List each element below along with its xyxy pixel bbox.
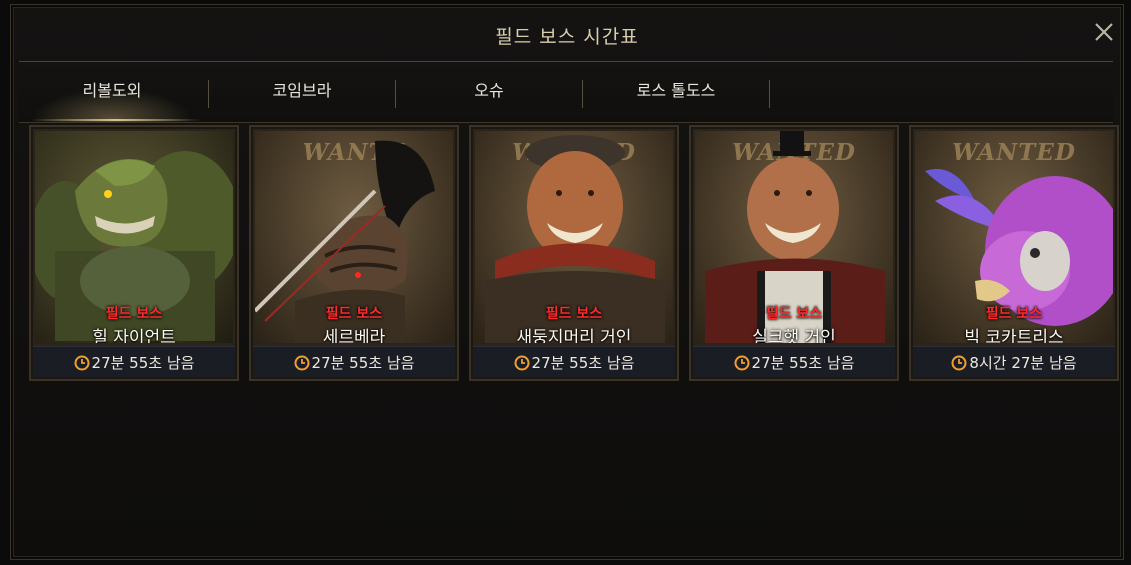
clock-icon (951, 355, 967, 371)
tab-label: 코임브라 (272, 81, 332, 100)
respawn-timer: 8시간 27분 남음 (913, 352, 1115, 373)
boss-portrait: WANTED 필드 보스 새둥지머리 거인 (475, 131, 673, 343)
respawn-timer: 27분 55초 남음 (33, 352, 235, 373)
timer-bar: 27분 55초 남음 (253, 346, 455, 377)
active-tab-indicator (31, 119, 201, 121)
tab-los-toldos[interactable]: 로스 톨도스 (583, 62, 769, 122)
window-title: 필드 보스 시간표 (495, 26, 639, 48)
boss-card-silkhat-giant[interactable]: WANTED 필드 보스 실크햇 거인 (689, 125, 899, 381)
boss-name: 새둥지머리 거인 (516, 328, 632, 343)
boss-name: 세르베라 (322, 328, 386, 343)
boss-name: 빅 코카트리스 (964, 328, 1064, 343)
timer-text: 27분 55초 남음 (531, 354, 635, 372)
timer-bar: 27분 55초 남음 (33, 346, 235, 377)
tab-label: 오슈 (474, 81, 504, 100)
boss-type-label: 필드 보스 (105, 306, 163, 322)
boss-portrait: WANTE 필드 보스 세르베라 (255, 131, 453, 343)
respawn-timer: 27분 55초 남음 (693, 352, 895, 373)
boss-name: 실크햇 거인 (752, 328, 836, 343)
tab-divider (769, 80, 770, 108)
timer-text: 27분 55초 남음 (751, 354, 855, 372)
timer-text: 27분 55초 남음 (91, 354, 195, 372)
close-icon[interactable] (1093, 21, 1115, 43)
respawn-timer: 27분 55초 남음 (473, 352, 675, 373)
boss-portrait: WANTED 필드 보스 빅 코카트리스 (915, 131, 1113, 343)
timer-bar: 27분 55초 남음 (473, 346, 675, 377)
boss-card-big-cockatrice[interactable]: WANTED 필드 보스 빅 코카트리스 8시간 27분 남음 (909, 125, 1119, 381)
field-boss-schedule-window: 필드 보스 시간표 리볼도외 코임브라 오슈 로스 톨도스 필드 보스 힐 자이… (10, 4, 1124, 560)
boss-name: 힐 자이언트 (92, 328, 176, 343)
boss-portrait: 필드 보스 힐 자이언트 (35, 131, 233, 343)
boss-type-label: 필드 보스 (545, 306, 603, 322)
clock-icon (734, 355, 750, 371)
boss-portrait: WANTED 필드 보스 실크햇 거인 (695, 131, 893, 343)
boss-type-label: 필드 보스 (985, 306, 1043, 322)
boss-card-cerbera[interactable]: WANTE 필드 보스 세르베라 27분 55초 남음 (249, 125, 459, 381)
clock-icon (74, 355, 90, 371)
boss-card-hill-giant[interactable]: 필드 보스 힐 자이언트 27분 55초 남음 (29, 125, 239, 381)
region-tabs: 리볼도외 코임브라 오슈 로스 톨도스 (19, 61, 1113, 123)
boss-card-nesthead-giant[interactable]: WANTED 필드 보스 새둥지머리 거인 (469, 125, 679, 381)
timer-text: 8시간 27분 남음 (969, 354, 1077, 372)
boss-type-label: 필드 보스 (765, 306, 823, 322)
boss-card-list: 필드 보스 힐 자이언트 27분 55초 남음 WANTE 필드 보스 세르베라… (29, 125, 1119, 381)
boss-type-label: 필드 보스 (325, 306, 383, 322)
tab-oshu[interactable]: 오슈 (396, 62, 582, 122)
clock-icon (294, 355, 310, 371)
respawn-timer: 27분 55초 남음 (253, 352, 455, 373)
clock-icon (514, 355, 530, 371)
timer-text: 27분 55초 남음 (311, 354, 415, 372)
tab-coimbra[interactable]: 코임브라 (209, 62, 395, 122)
tab-label: 리볼도외 (82, 81, 142, 100)
tab-rivoldoe[interactable]: 리볼도외 (19, 62, 205, 122)
timer-bar: 8시간 27분 남음 (913, 346, 1115, 377)
timer-bar: 27분 55초 남음 (693, 346, 895, 377)
tab-label: 로스 톨도스 (636, 81, 716, 100)
